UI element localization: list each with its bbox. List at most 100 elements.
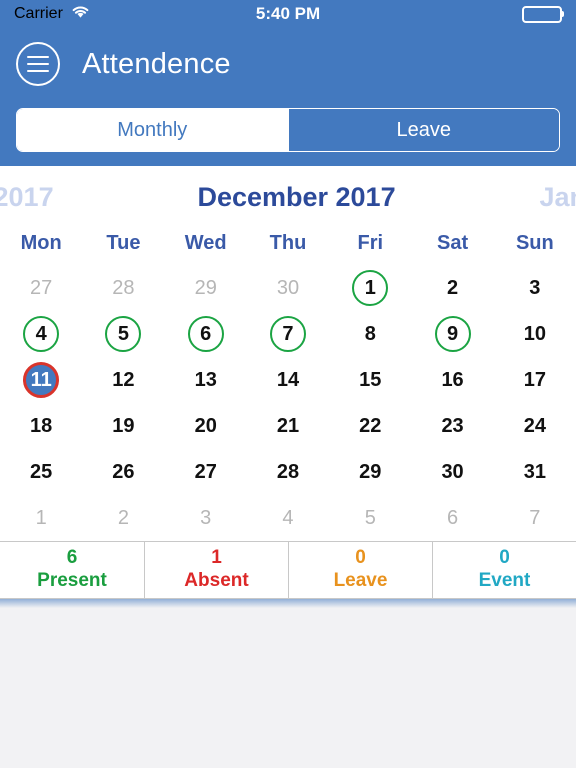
calendar-day[interactable]: 11 bbox=[0, 357, 82, 403]
calendar-week-row: 25 26 27 28 29 30 31 bbox=[0, 449, 576, 495]
calendar-day[interactable]: 30 bbox=[411, 449, 493, 495]
calendar-day-label: 14 bbox=[276, 368, 300, 391]
calendar-day-label: 10 bbox=[523, 322, 546, 345]
next-month-label[interactable]: Januar bbox=[539, 182, 576, 213]
calendar-day[interactable]: 2 bbox=[411, 265, 493, 311]
hamburger-menu-icon[interactable] bbox=[16, 42, 60, 86]
stat-event-count: 0 bbox=[499, 547, 510, 569]
calendar-day[interactable]: 27 bbox=[0, 265, 82, 311]
calendar-day-label: 23 bbox=[441, 414, 464, 437]
calendar-day-label: 31 bbox=[523, 460, 546, 483]
calendar-day-label: 6 bbox=[447, 506, 459, 529]
calendar-day[interactable]: 18 bbox=[0, 403, 82, 449]
calendar-day-label: 21 bbox=[276, 414, 300, 437]
calendar-grid: 27 28 29 30 1 2 3 4 5 6 7 8 9 10 11 12 13 14 15 16 17 18 19 20 2… bbox=[0, 265, 576, 541]
calendar-day-label: 13 bbox=[194, 368, 217, 391]
calendar-day[interactable]: 6 bbox=[165, 311, 247, 357]
calendar-day[interactable]: 7 bbox=[494, 495, 576, 541]
calendar-day[interactable]: 21 bbox=[247, 403, 329, 449]
calendar-day[interactable]: 13 bbox=[165, 357, 247, 403]
weekday-sun: Sun bbox=[515, 232, 554, 254]
calendar-day[interactable]: 26 bbox=[82, 449, 164, 495]
stat-leave-label: Leave bbox=[333, 570, 388, 591]
attendance-summary-bar: 6 Present 1 Absent 0 Leave 0 Event bbox=[0, 541, 576, 599]
wifi-icon bbox=[71, 5, 90, 24]
empty-content-area bbox=[0, 608, 576, 768]
calendar-day-label: 17 bbox=[523, 368, 546, 391]
calendar-day[interactable]: 4 bbox=[247, 495, 329, 541]
tab-monthly[interactable]: Monthly bbox=[17, 109, 288, 151]
calendar-day[interactable]: 30 bbox=[247, 265, 329, 311]
calendar-day-label: 28 bbox=[112, 276, 135, 299]
calendar-day[interactable]: 14 bbox=[247, 357, 329, 403]
content-shadow bbox=[0, 599, 576, 608]
stat-present-label: Present bbox=[37, 570, 107, 591]
calendar-card: ber 2017 December 2017 Januar Mon Tue We… bbox=[0, 166, 576, 541]
calendar-day-label: 1 bbox=[352, 270, 389, 306]
calendar-day[interactable]: 4 bbox=[0, 311, 82, 357]
weekday-thu: Thu bbox=[269, 232, 307, 254]
calendar-day-label: 2 bbox=[117, 506, 129, 529]
calendar-day-label: 29 bbox=[359, 460, 382, 483]
calendar-day[interactable]: 24 bbox=[494, 403, 576, 449]
calendar-day[interactable]: 20 bbox=[165, 403, 247, 449]
calendar-day-label: 22 bbox=[359, 414, 382, 437]
app-root: Carrier 5:40 PM Attendence Monthly Leave… bbox=[0, 0, 576, 768]
calendar-day[interactable]: 12 bbox=[82, 357, 164, 403]
tab-leave[interactable]: Leave bbox=[287, 109, 559, 151]
calendar-day[interactable]: 5 bbox=[329, 495, 411, 541]
calendar-day[interactable]: 29 bbox=[329, 449, 411, 495]
content-column: ber 2017 December 2017 Januar Mon Tue We… bbox=[0, 166, 576, 768]
calendar-day[interactable]: 3 bbox=[494, 265, 576, 311]
calendar-day-label: 5 bbox=[364, 506, 376, 529]
battery-nub bbox=[561, 11, 564, 17]
calendar-day[interactable]: 8 bbox=[329, 311, 411, 357]
calendar-day[interactable]: 28 bbox=[82, 265, 164, 311]
menu-line-3 bbox=[27, 70, 49, 72]
status-bar: Carrier 5:40 PM bbox=[0, 0, 576, 28]
calendar-day[interactable]: 6 bbox=[411, 495, 493, 541]
stat-absent[interactable]: 1 Absent bbox=[144, 542, 288, 598]
calendar-day[interactable]: 3 bbox=[165, 495, 247, 541]
stat-present[interactable]: 6 Present bbox=[0, 542, 144, 598]
stat-leave[interactable]: 0 Leave bbox=[288, 542, 432, 598]
calendar-day[interactable]: 7 bbox=[247, 311, 329, 357]
segmented-control-container: Monthly Leave bbox=[0, 100, 576, 166]
calendar-day[interactable]: 10 bbox=[494, 311, 576, 357]
calendar-day-label: 27 bbox=[30, 276, 53, 299]
calendar-day[interactable]: 15 bbox=[329, 357, 411, 403]
stat-event-label: Event bbox=[478, 570, 531, 591]
calendar-day-label: 7 bbox=[529, 506, 541, 529]
menu-line-1 bbox=[27, 56, 49, 58]
calendar-day[interactable]: 9 bbox=[411, 311, 493, 357]
calendar-day[interactable]: 23 bbox=[411, 403, 493, 449]
calendar-day[interactable]: 29 bbox=[165, 265, 247, 311]
calendar-day-label: 27 bbox=[194, 460, 217, 483]
calendar-day-label: 28 bbox=[276, 460, 300, 483]
calendar-day[interactable]: 25 bbox=[0, 449, 82, 495]
calendar-day-label: 8 bbox=[364, 322, 376, 345]
month-carousel: ber 2017 December 2017 Januar bbox=[0, 176, 576, 218]
calendar-day[interactable]: 31 bbox=[494, 449, 576, 495]
calendar-day[interactable]: 16 bbox=[411, 357, 493, 403]
weekday-header-row: Mon Tue Wed Thu Fri Sat Sun bbox=[0, 226, 576, 265]
calendar-day[interactable]: 19 bbox=[82, 403, 164, 449]
calendar-day-label: 19 bbox=[112, 414, 135, 437]
stat-event[interactable]: 0 Event bbox=[432, 542, 576, 598]
calendar-day[interactable]: 1 bbox=[329, 265, 411, 311]
calendar-day[interactable]: 22 bbox=[329, 403, 411, 449]
calendar-day[interactable]: 5 bbox=[82, 311, 164, 357]
calendar-day-label: 6 bbox=[187, 316, 224, 352]
calendar-day-label: 30 bbox=[276, 276, 300, 299]
calendar-day[interactable]: 17 bbox=[494, 357, 576, 403]
previous-month-label[interactable]: ber 2017 bbox=[0, 182, 54, 213]
calendar-day[interactable]: 27 bbox=[165, 449, 247, 495]
calendar-day[interactable]: 1 bbox=[0, 495, 82, 541]
weekday-mon: Mon bbox=[20, 232, 62, 254]
calendar-day[interactable]: 28 bbox=[247, 449, 329, 495]
current-month-label: December 2017 bbox=[197, 181, 396, 212]
calendar-day[interactable]: 2 bbox=[82, 495, 164, 541]
calendar-day-label: 3 bbox=[200, 506, 212, 529]
calendar-day-label: 26 bbox=[112, 460, 135, 483]
stat-absent-count: 1 bbox=[211, 547, 222, 569]
